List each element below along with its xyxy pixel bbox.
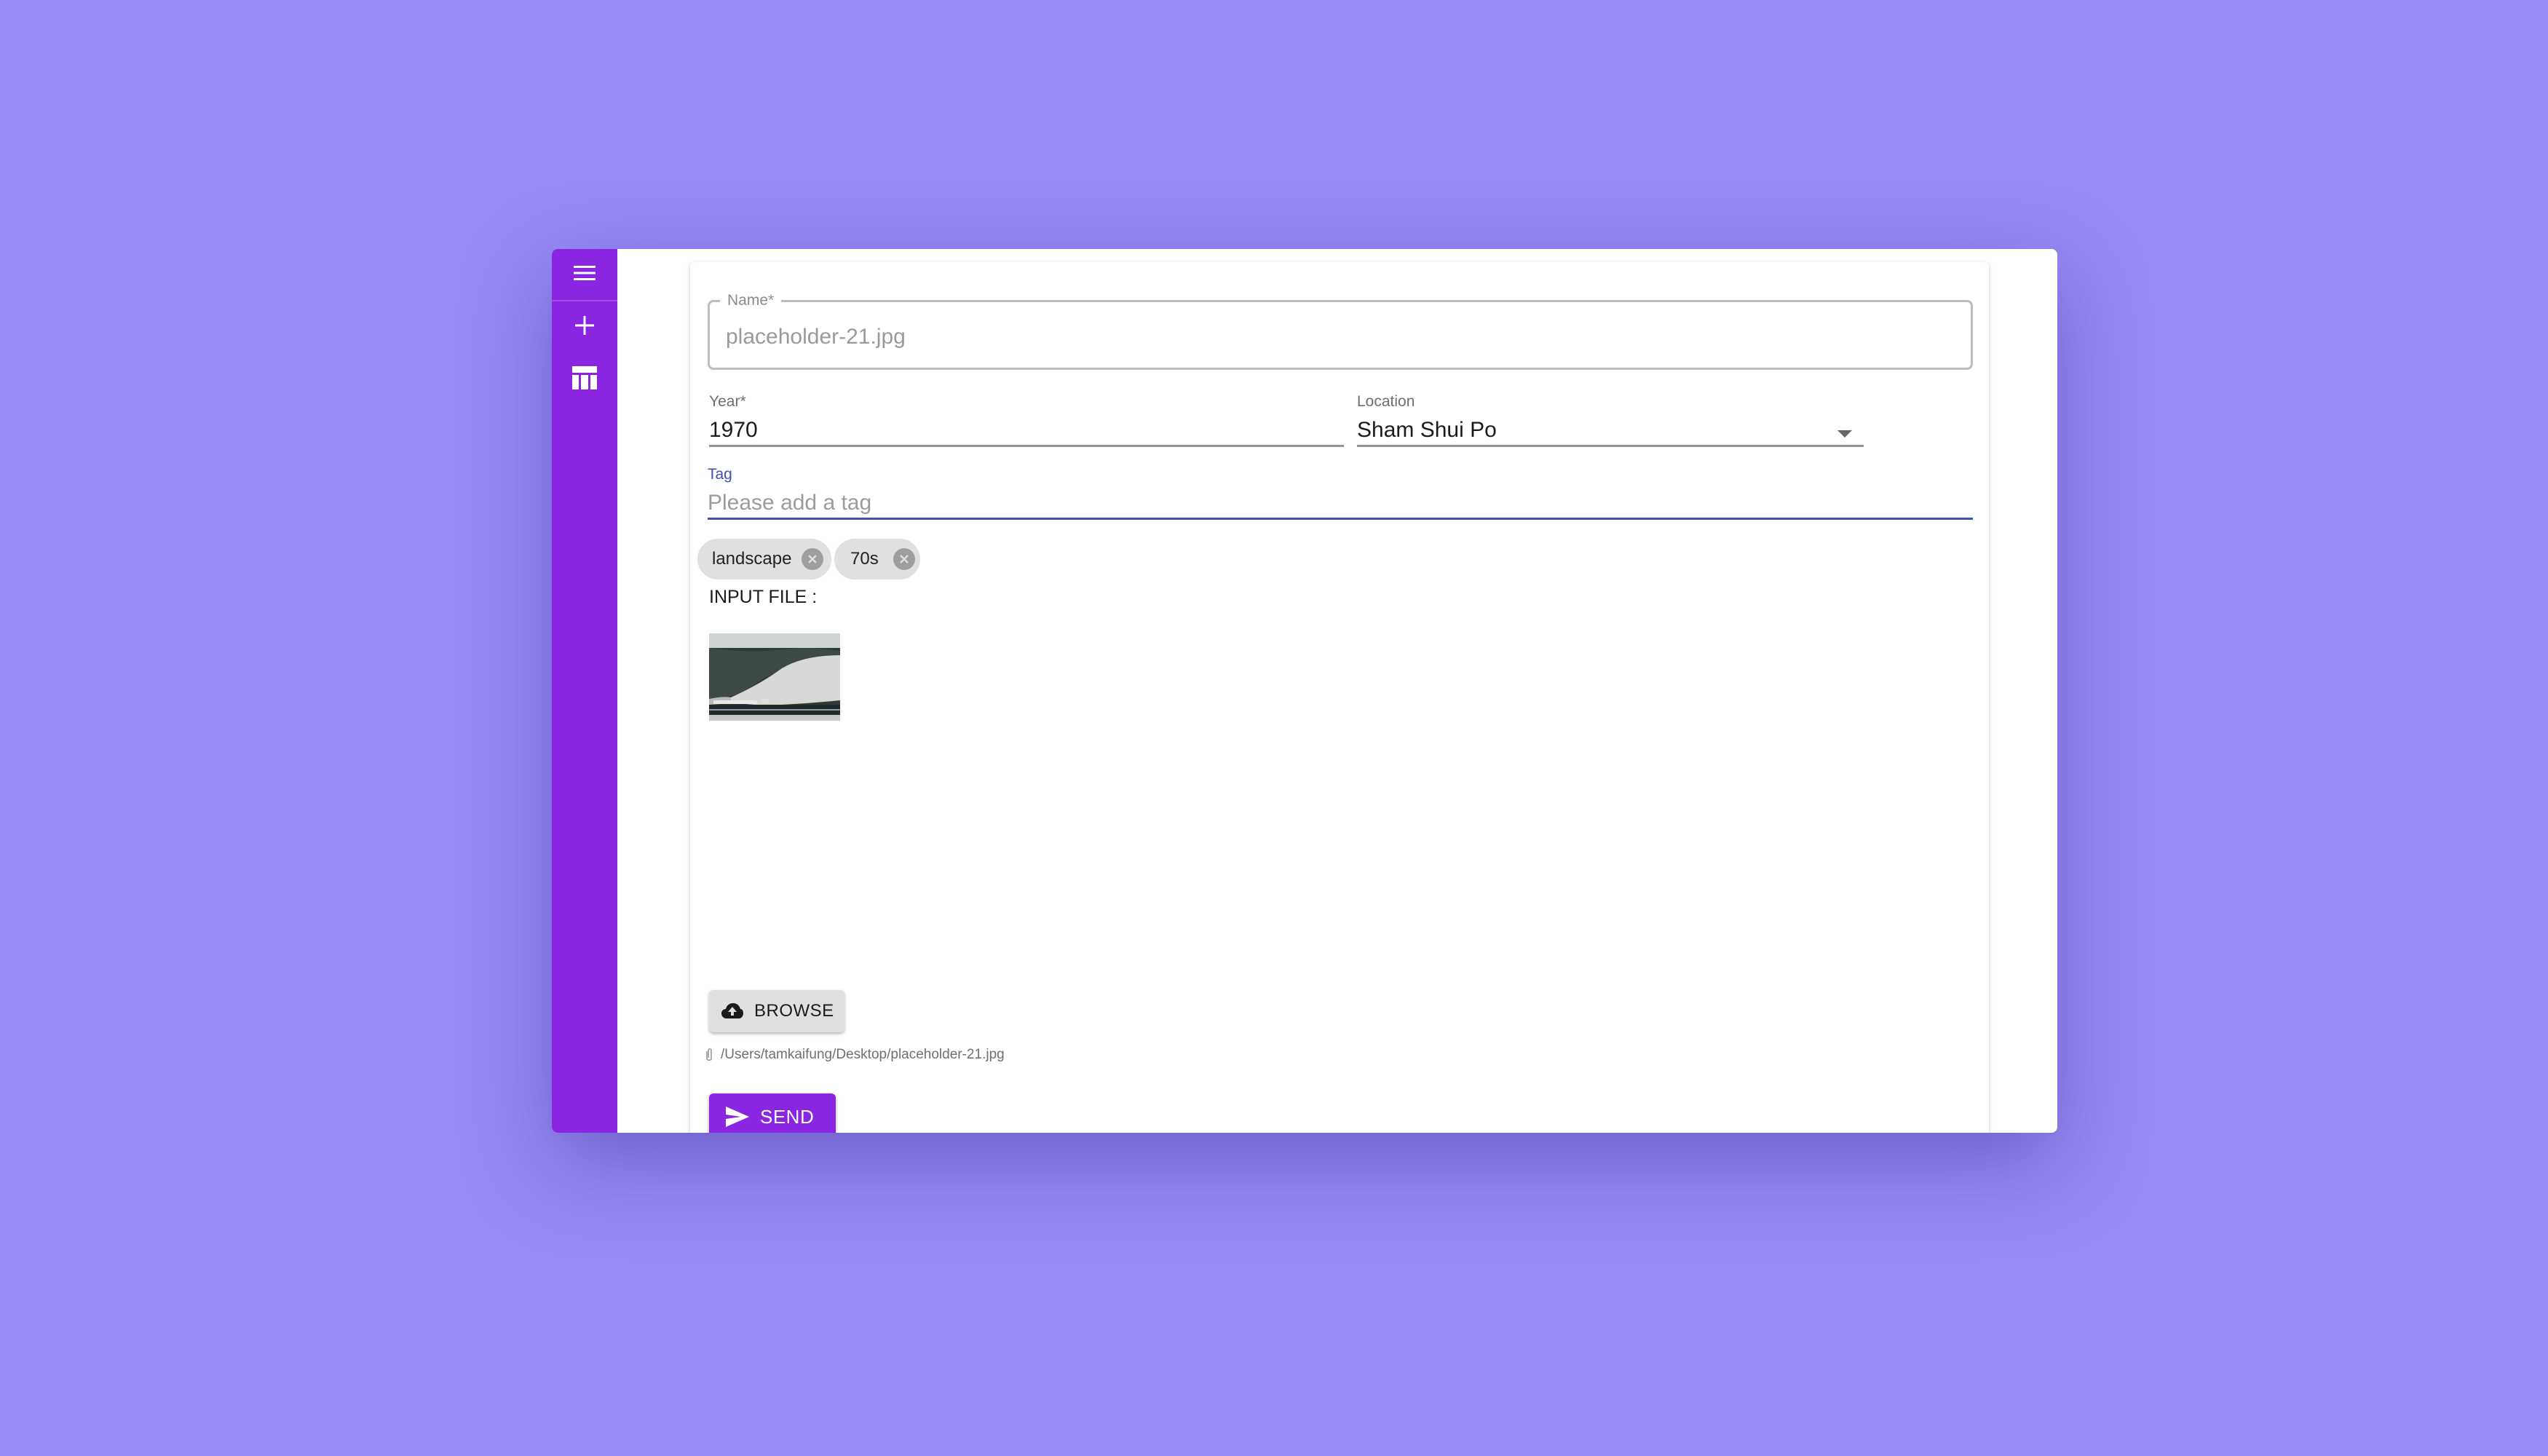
- year-field[interactable]: 1970: [709, 412, 1344, 447]
- add-button[interactable]: [552, 301, 617, 352]
- name-field[interactable]: Name* placeholder-21.jpg: [708, 292, 1973, 370]
- tag-input-placeholder[interactable]: Please add a tag: [708, 491, 871, 515]
- chip-label: 70s: [850, 549, 879, 569]
- cloud-upload-icon: [721, 1002, 744, 1020]
- year-input[interactable]: 1970: [709, 418, 758, 443]
- chevron-down-icon: [1837, 428, 1852, 441]
- tag-chip-landscape[interactable]: landscape: [697, 539, 831, 579]
- paperclip-icon: [705, 1048, 713, 1062]
- tag-chip-70s[interactable]: 70s: [834, 539, 920, 579]
- name-label: Name*: [720, 292, 782, 309]
- file-path-row: /Users/tamkaifung/Desktop/placeholder-21…: [705, 1047, 1005, 1063]
- sidebar: [552, 249, 617, 1133]
- chip-delete-icon[interactable]: [802, 548, 824, 570]
- chip-label: landscape: [712, 549, 792, 569]
- chip-delete-icon[interactable]: [893, 548, 915, 570]
- location-value: Sham Shui Po: [1357, 418, 1497, 442]
- send-button[interactable]: SEND: [709, 1093, 836, 1133]
- tag-label: Tag: [708, 466, 732, 483]
- name-input[interactable]: placeholder-21.jpg: [726, 325, 906, 349]
- location-label: Location: [1357, 393, 1415, 410]
- upload-form-card: Name* placeholder-21.jpg Year* 1970 Loca…: [690, 262, 1989, 1133]
- year-label: Year*: [709, 393, 746, 410]
- location-select[interactable]: Sham Shui Po: [1357, 412, 1864, 447]
- table-button[interactable]: [552, 354, 617, 405]
- menu-icon: [573, 264, 596, 286]
- send-icon: [725, 1106, 750, 1128]
- tag-input-field[interactable]: Please add a tag: [708, 485, 1973, 520]
- menu-button[interactable]: [552, 249, 617, 300]
- image-thumbnail: [709, 633, 840, 721]
- browse-label: BROWSE: [754, 1001, 834, 1021]
- table-icon: [572, 365, 597, 393]
- browse-button[interactable]: BROWSE: [709, 990, 844, 1032]
- add-icon: [574, 315, 595, 339]
- file-path-text: /Users/tamkaifung/Desktop/placeholder-21…: [721, 1047, 1005, 1062]
- send-label: SEND: [760, 1105, 815, 1128]
- input-file-label: INPUT FILE :: [709, 587, 818, 607]
- app-window: Name* placeholder-21.jpg Year* 1970 Loca…: [552, 249, 2057, 1133]
